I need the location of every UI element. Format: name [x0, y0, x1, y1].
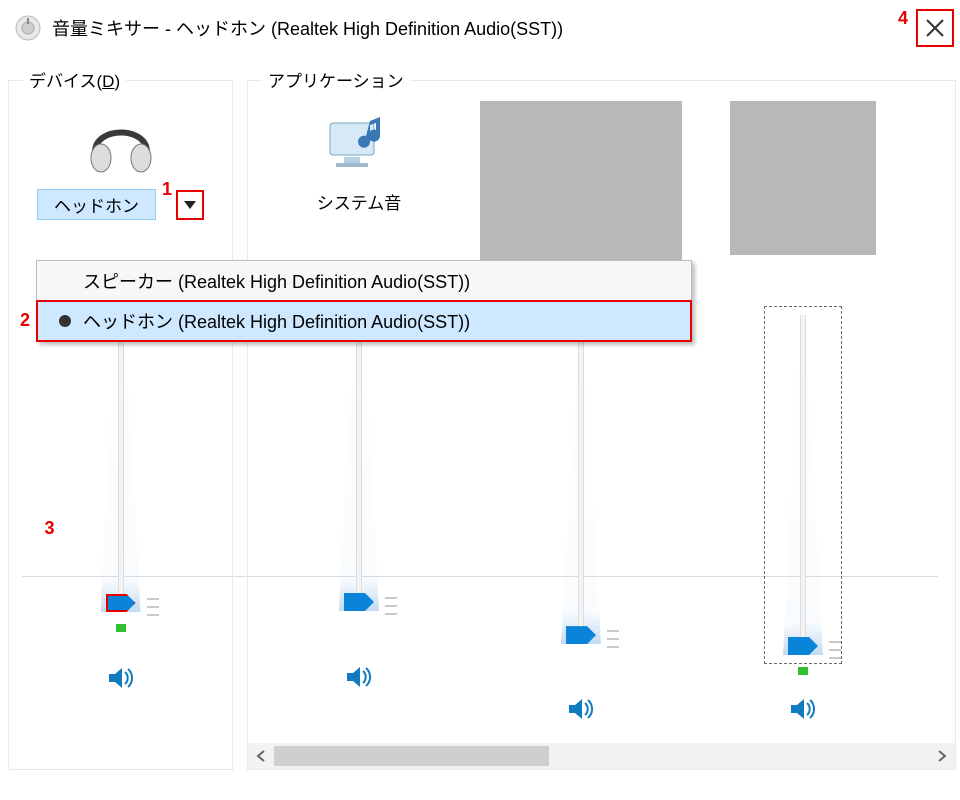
chevron-left-icon	[256, 750, 266, 762]
app-channel-unknown-1	[470, 85, 692, 725]
device-mute-button[interactable]	[103, 660, 139, 696]
speaker-icon	[344, 662, 374, 692]
device-pane: デバイス(D) ヘッドホン 1 3	[8, 80, 233, 770]
app-icon-placeholder	[480, 101, 682, 267]
app-label: システム音	[317, 189, 402, 219]
app-volume-slider[interactable]	[553, 335, 609, 644]
app-volume-slider[interactable]	[775, 315, 831, 655]
speaker-icon	[566, 694, 596, 724]
option-label: スピーカー (Realtek High Definition Audio(SST…	[83, 268, 470, 294]
option-bullet-selected	[47, 315, 83, 327]
app-channel-unknown-2	[692, 85, 914, 725]
app-channel-system-sounds: システム音	[248, 85, 470, 725]
system-sounds-icon	[322, 105, 396, 183]
titlebar: 音量ミキサー - ヘッドホン (Realtek High Definition …	[0, 0, 960, 56]
annotation-1: 1	[162, 179, 172, 200]
window-title: 音量ミキサー - ヘッドホン (Realtek High Definition …	[52, 15, 563, 41]
apps-section-label: アプリケーション	[262, 67, 410, 92]
content: デバイス(D) ヘッドホン 1 3	[0, 80, 960, 770]
device-option-speaker[interactable]: スピーカー (Realtek High Definition Audio(SST…	[37, 261, 691, 301]
headphone-icon	[85, 105, 157, 183]
app-channels: システム音	[248, 85, 955, 725]
scroll-left-button[interactable]	[248, 743, 274, 769]
close-button[interactable]	[916, 9, 954, 47]
scroll-thumb[interactable]	[274, 746, 549, 766]
scroll-track[interactable]	[274, 743, 929, 769]
speaker-icon	[788, 694, 818, 724]
device-dropdown-button[interactable]	[176, 190, 204, 220]
app-mute-button[interactable]	[341, 659, 377, 695]
option-label: ヘッドホン (Realtek High Definition Audio(SST…	[83, 308, 470, 334]
device-name-button[interactable]: ヘッドホン	[37, 189, 156, 220]
app-mute-button[interactable]	[785, 693, 821, 725]
volume-mixer-icon	[14, 14, 42, 42]
scroll-right-button[interactable]	[929, 743, 955, 769]
focused-slider-frame	[767, 309, 839, 661]
horizontal-scrollbar[interactable]	[248, 743, 955, 769]
chevron-down-icon	[184, 201, 196, 209]
applications-pane: アプリケーション システム音	[247, 80, 956, 770]
device-dropdown-menu: スピーカー (Realtek High Definition Audio(SST…	[36, 260, 692, 342]
device-channel: ヘッドホン 1 3	[9, 85, 232, 696]
app-icon-placeholder	[730, 101, 876, 255]
speaker-icon	[106, 663, 136, 693]
chevron-right-icon	[937, 750, 947, 762]
app-mute-button[interactable]	[563, 692, 599, 725]
annotation-3: 3	[45, 518, 55, 539]
device-selector: ヘッドホン 1	[37, 189, 204, 220]
device-option-headphone[interactable]: ヘッドホン (Realtek High Definition Audio(SST…	[37, 301, 691, 341]
device-section-label: デバイス(D)	[23, 67, 126, 92]
annotation-4: 4	[898, 8, 908, 29]
